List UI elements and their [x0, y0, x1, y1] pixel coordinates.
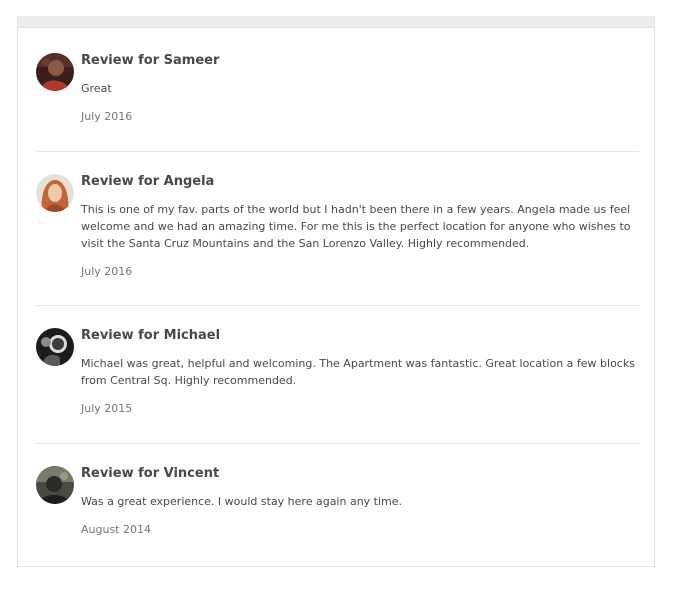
review-date: July 2016: [81, 110, 133, 123]
person-photo-avatar-icon: [36, 174, 74, 212]
review-divider: [35, 443, 639, 444]
review-date: July 2016: [81, 265, 133, 278]
avatar[interactable]: [36, 174, 74, 212]
reviews-panel: Review for Sameer Great July 2016 Review…: [17, 16, 655, 567]
review-title: Review for Michael: [81, 328, 221, 343]
review-title: Review for Vincent: [81, 466, 220, 481]
review-date: August 2014: [81, 523, 151, 536]
review-text: Michael was great, helpful and welcoming…: [81, 357, 635, 387]
person-photo-avatar-icon: [36, 466, 74, 504]
review-content: Review for Sameer Great July 2016: [81, 53, 637, 124]
review-text: This is one of my fav. parts of the worl…: [81, 203, 631, 250]
person-photo-avatar-icon: [36, 53, 74, 91]
avatar[interactable]: [36, 466, 74, 504]
review-text: Was a great experience. I would stay her…: [81, 495, 403, 508]
review-content: Review for Angela This is one of my fav.…: [81, 174, 637, 279]
person-photo-avatar-icon: [36, 328, 74, 366]
review-content: Review for Michael Michael was great, he…: [81, 328, 637, 416]
review-text: Great: [81, 82, 112, 95]
review-divider: [35, 151, 639, 152]
review-title: Review for Sameer: [81, 53, 220, 68]
panel-top-bar: [18, 16, 654, 28]
avatar[interactable]: [36, 328, 74, 366]
review-date: July 2015: [81, 402, 133, 415]
avatar[interactable]: [36, 53, 74, 91]
review-title: Review for Angela: [81, 174, 215, 189]
review-content: Review for Vincent Was a great experienc…: [81, 466, 637, 537]
review-divider: [35, 305, 639, 306]
